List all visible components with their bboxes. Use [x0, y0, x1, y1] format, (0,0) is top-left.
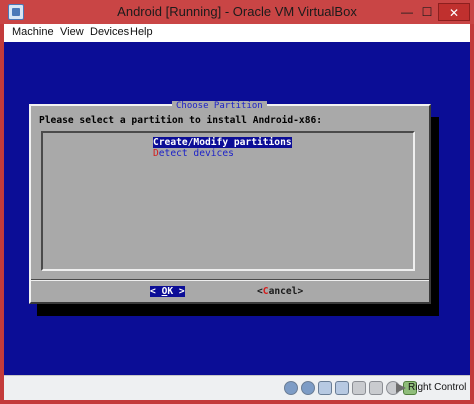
display-icon[interactable] — [369, 381, 383, 395]
maximize-button[interactable]: ☐ — [418, 3, 436, 21]
title-bar[interactable]: Android [Running] - Oracle VM VirtualBox… — [0, 0, 474, 24]
ok-bracket-left: < — [150, 286, 162, 297]
cancel-bracket-right: > — [297, 286, 304, 297]
option-label: reate/Modify partitions — [158, 137, 292, 148]
close-button[interactable]: ✕ — [438, 3, 470, 21]
minimize-button[interactable]: — — [398, 3, 416, 21]
hard-disk-icon[interactable] — [284, 381, 298, 395]
shared-folder-icon[interactable] — [352, 381, 366, 395]
dialog-title: Choose Partition — [172, 101, 267, 111]
network-icon[interactable] — [335, 381, 349, 395]
option-detect-devices[interactable]: Detect devices — [153, 148, 234, 159]
menu-help[interactable]: Help — [130, 26, 153, 38]
virtualbox-window: Android [Running] - Oracle VM VirtualBox… — [0, 0, 474, 404]
ok-button[interactable]: < OK > — [150, 286, 185, 297]
option-label: etect devices — [158, 148, 234, 159]
ok-bracket-right: > — [173, 286, 185, 297]
host-key-label: Right Control — [408, 382, 467, 393]
menu-machine[interactable]: Machine — [12, 26, 54, 38]
dialog-separator — [31, 279, 429, 281]
option-create-modify-partitions[interactable]: Create/Modify partitions — [153, 137, 292, 148]
usb-icon[interactable] — [318, 381, 332, 395]
status-bar: Right Control — [4, 375, 470, 400]
menu-devices[interactable]: Devices — [90, 26, 129, 38]
partition-option-list: Create/Modify partitions Detect devices — [41, 131, 415, 271]
cancel-button[interactable]: <Cancel> — [257, 286, 303, 297]
choose-partition-dialog: Choose Partition Please select a partiti… — [29, 101, 431, 304]
optical-disk-icon[interactable] — [301, 381, 315, 395]
menu-view[interactable]: View — [60, 26, 84, 38]
dialog-prompt: Please select a partition to install And… — [39, 115, 323, 126]
menu-bar: Machine View Devices Help — [4, 24, 470, 42]
cancel-label: ancel — [268, 286, 298, 297]
